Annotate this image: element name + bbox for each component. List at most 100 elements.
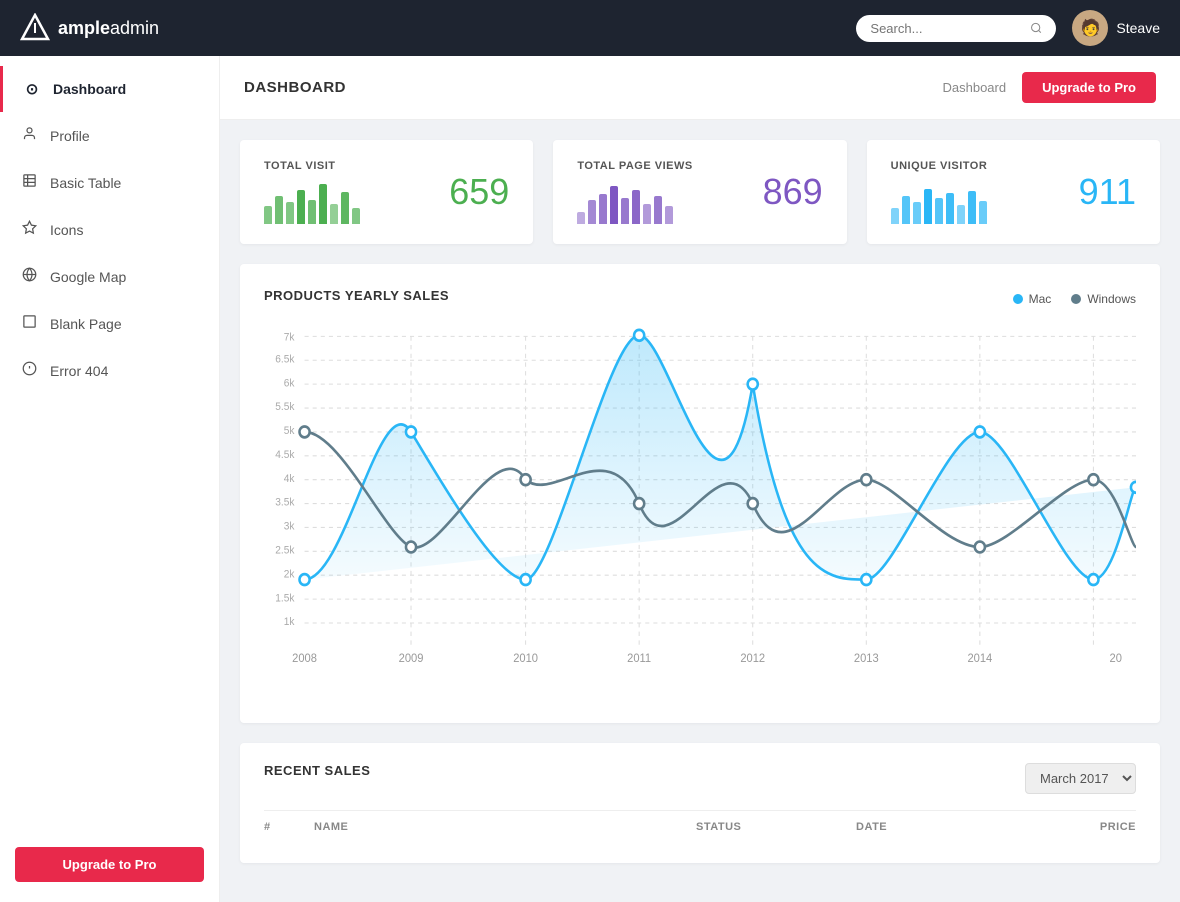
svg-text:2011: 2011 [627, 653, 651, 665]
svg-text:4.5k: 4.5k [275, 449, 295, 461]
page-header: DASHBOARD Dashboard Upgrade to Pro [220, 56, 1180, 120]
windows-point [406, 542, 416, 553]
page-title: DASHBOARD [244, 79, 346, 96]
col-header-num: # [264, 821, 314, 833]
legend-mac: Mac [1013, 292, 1052, 306]
dashboard-icon: ⊙ [23, 80, 41, 98]
search-box[interactable] [856, 15, 1056, 42]
stat-value-visitor: 911 [1079, 171, 1136, 213]
nav-right: 🧑 Steave [856, 10, 1160, 46]
mac-point [861, 574, 871, 585]
svg-text:4k: 4k [284, 473, 295, 485]
logo-text: ampleadmin [58, 18, 159, 39]
logo-icon [20, 13, 50, 43]
main-layout: ⊙ Dashboard Profile Basic Table [0, 56, 1180, 902]
blank-page-icon [20, 314, 38, 333]
svg-text:2009: 2009 [399, 653, 424, 665]
stat-title: TOTAL VISIT [264, 160, 360, 172]
windows-point [634, 498, 644, 509]
profile-icon [20, 126, 38, 145]
stat-card-total-visit: TOTAL VISIT 659 [240, 140, 533, 244]
recent-sales-title: RECENT SALES [264, 763, 370, 778]
chart-legend: Mac Windows [1013, 292, 1136, 306]
sidebar-item-label: Profile [50, 128, 90, 144]
user-area: 🧑 Steave [1072, 10, 1160, 46]
windows-point [748, 498, 758, 509]
chart-title: PRODUCTS YEARLY SALES [264, 288, 449, 303]
svg-text:2k: 2k [284, 568, 295, 580]
mac-point [748, 379, 758, 390]
stat-bars-views [577, 184, 692, 224]
svg-text:5k: 5k [284, 425, 295, 437]
svg-text:3.5k: 3.5k [275, 496, 295, 508]
sidebar-item-dashboard[interactable]: ⊙ Dashboard [0, 66, 219, 112]
svg-text:3k: 3k [284, 520, 295, 532]
sidebar-item-label: Google Map [50, 269, 126, 285]
upgrade-button[interactable]: Upgrade to Pro [1022, 72, 1156, 103]
sidebar-item-profile[interactable]: Profile [0, 112, 219, 159]
chart-section: PRODUCTS YEARLY SALES Mac Windows [240, 264, 1160, 723]
content-area: DASHBOARD Dashboard Upgrade to Pro TOTAL… [220, 56, 1180, 902]
svg-text:2013: 2013 [854, 653, 879, 665]
sidebar-item-google-map[interactable]: Google Map [0, 253, 219, 300]
avatar: 🧑 [1072, 10, 1108, 46]
svg-text:2.5k: 2.5k [275, 544, 295, 556]
sidebar-item-label: Dashboard [53, 81, 126, 97]
topnav: ampleadmin 🧑 Steave [0, 0, 1180, 56]
sidebar-item-blank-page[interactable]: Blank Page [0, 300, 219, 347]
legend-mac-label: Mac [1029, 292, 1052, 306]
sidebar-item-basic-table[interactable]: Basic Table [0, 159, 219, 206]
search-icon [1030, 21, 1042, 35]
sidebar-item-label: Basic Table [50, 175, 121, 191]
col-header-status: STATUS [696, 821, 856, 833]
legend-windows: Windows [1071, 292, 1136, 306]
mac-point [299, 574, 309, 585]
svg-text:5.5k: 5.5k [275, 401, 295, 413]
stat-card-page-views: TOTAL PAGE VIEWS 869 [553, 140, 846, 244]
breadcrumb: Dashboard [942, 80, 1006, 95]
svg-text:1k: 1k [284, 616, 295, 628]
windows-dot [1071, 294, 1081, 304]
search-input[interactable] [870, 21, 1022, 36]
chart-svg: 7k 6.5k 6k 5.5k 5k 4.5k 4k 3.5k 3k 2.5k … [264, 319, 1136, 699]
table-icon [20, 173, 38, 192]
svg-text:2008: 2008 [292, 653, 317, 665]
sidebar-upgrade-button[interactable]: Upgrade to Pro [15, 847, 204, 882]
mac-dot [1013, 294, 1023, 304]
svg-text:2014: 2014 [967, 653, 992, 665]
svg-text:6k: 6k [284, 377, 295, 389]
col-header-name: NAME [314, 821, 696, 833]
stat-bars-visit [264, 184, 360, 224]
stat-title: UNIQUE VISITOR [891, 160, 988, 172]
sidebar-item-label: Blank Page [50, 316, 122, 332]
mac-point [975, 426, 985, 437]
windows-point [299, 426, 309, 437]
windows-point [521, 474, 531, 485]
stat-value-views: 869 [763, 171, 823, 213]
recent-sales-header: RECENT SALES March 2017 [264, 763, 1136, 794]
svg-text:2010: 2010 [513, 653, 538, 665]
icons-icon [20, 220, 38, 239]
stat-value-visit: 659 [449, 171, 509, 213]
stats-row: TOTAL VISIT 659 [220, 120, 1180, 264]
sidebar-item-label: Error 404 [50, 363, 108, 379]
svg-text:20: 20 [1110, 653, 1122, 665]
recent-sales-section: RECENT SALES March 2017 # NAME STATUS DA… [240, 743, 1160, 863]
svg-text:6.5k: 6.5k [275, 353, 295, 365]
sidebar: ⊙ Dashboard Profile Basic Table [0, 56, 220, 902]
windows-point [1088, 474, 1098, 485]
error-icon [20, 361, 38, 380]
svg-text:2012: 2012 [740, 653, 765, 665]
sidebar-item-label: Icons [50, 222, 83, 238]
mac-point [634, 330, 644, 341]
sidebar-item-icons[interactable]: Icons [0, 206, 219, 253]
windows-point [975, 542, 985, 553]
username: Steave [1116, 20, 1160, 36]
table-header: # NAME STATUS DATE PRICE [264, 810, 1136, 843]
stat-bars-visitor [891, 184, 988, 224]
svg-text:1.5k: 1.5k [275, 592, 295, 604]
sidebar-item-error-404[interactable]: Error 404 [0, 347, 219, 394]
svg-text:7k: 7k [284, 331, 295, 343]
mac-point [1131, 482, 1136, 493]
month-select[interactable]: March 2017 [1025, 763, 1136, 794]
